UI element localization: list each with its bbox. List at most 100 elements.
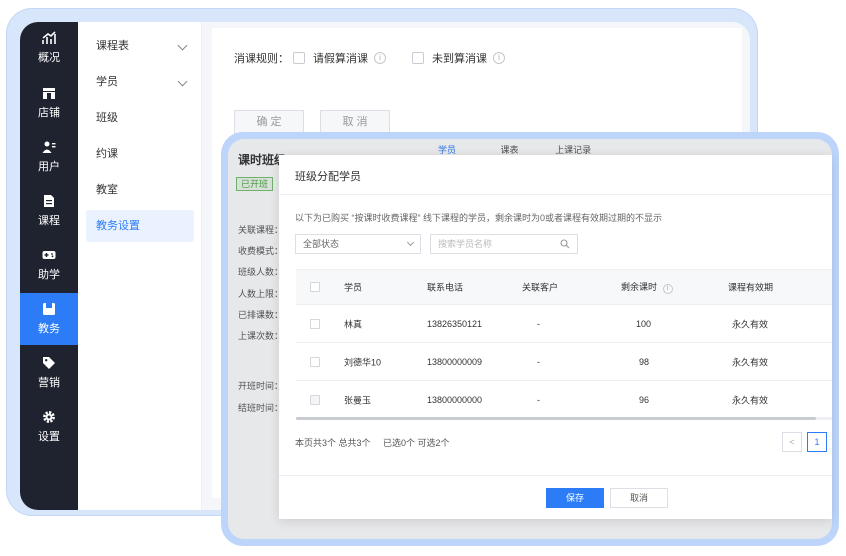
course-validity: 永久有效 bbox=[732, 357, 769, 367]
status-select[interactable]: 全部状态 bbox=[295, 234, 421, 254]
pager-info: 本页共3个 总共3个 已选0个 可选2个 bbox=[295, 436, 450, 449]
store-icon bbox=[42, 86, 56, 100]
selection-summary: 已选0个 可选2个 bbox=[383, 438, 450, 448]
row-checkbox[interactable] bbox=[310, 318, 320, 329]
subnav-label: 教室 bbox=[96, 184, 118, 196]
nav-item-settings[interactable]: 设置 bbox=[20, 401, 78, 453]
subnav-label: 课程表 bbox=[96, 40, 129, 52]
nav-label: 店铺 bbox=[38, 107, 60, 119]
nav-item-users[interactable]: 用户 bbox=[20, 131, 78, 183]
course-validity: 永久有效 bbox=[732, 319, 769, 329]
table-row[interactable]: 张曼玉 13800000000 - 96 永久有效 bbox=[296, 381, 832, 419]
subnav-item-classroom[interactable]: 教室 bbox=[86, 174, 194, 206]
rule-label: 消课规则： bbox=[234, 53, 289, 65]
nav-item-marketing[interactable]: 营销 bbox=[20, 347, 78, 399]
modal-title: 班级分配学员 bbox=[295, 171, 361, 183]
cancel-rule-row: 消课规则： 请假算消课 i 未到算消课 i bbox=[234, 50, 505, 66]
users-icon bbox=[42, 140, 56, 154]
remaining-hours: 96 bbox=[639, 394, 650, 405]
pager-summary: 本页共3个 总共3个 bbox=[295, 438, 371, 448]
overview-icon bbox=[42, 31, 56, 45]
student-search-input[interactable]: 搜索学员名称 bbox=[430, 234, 578, 254]
subnav-label: 约课 bbox=[96, 148, 118, 160]
info-icon[interactable]: i bbox=[374, 52, 386, 64]
nav-label: 营销 bbox=[38, 377, 60, 389]
info-icon[interactable]: i bbox=[662, 284, 673, 294]
subnav-item-students[interactable]: 学员 bbox=[86, 66, 194, 98]
student-name: 张曼玉 bbox=[344, 395, 372, 405]
course-icon bbox=[42, 194, 56, 208]
info-icon[interactable]: i bbox=[493, 52, 505, 64]
gear-icon bbox=[42, 410, 56, 424]
subnav-item-class[interactable]: 班级 bbox=[86, 102, 194, 134]
subnav-label: 教务设置 bbox=[96, 220, 140, 232]
nav-item-assist[interactable]: 助学 bbox=[20, 239, 78, 291]
nav-item-course[interactable]: 课程 bbox=[20, 185, 78, 237]
nav-label: 用户 bbox=[38, 161, 60, 173]
student-name: 林真 bbox=[344, 319, 363, 329]
subnav-item-schedule[interactable]: 课程表 bbox=[86, 30, 194, 62]
column-header-text: 剩余课时 bbox=[621, 282, 658, 292]
table-header: 学员 联系电话 关联客户 剩余课时 i 课程有效期 bbox=[296, 269, 832, 305]
nav-label: 课程 bbox=[38, 215, 60, 227]
column-header: 课程有效期 bbox=[728, 282, 774, 293]
nav-label: 助学 bbox=[38, 269, 60, 281]
column-header: 关联客户 bbox=[522, 282, 559, 293]
remaining-hours: 98 bbox=[639, 356, 650, 367]
leave-checkbox[interactable] bbox=[293, 52, 305, 64]
table-row[interactable]: 刘德华10 13800000009 - 98 永久有效 bbox=[296, 343, 832, 381]
chevron-down-icon bbox=[406, 238, 415, 247]
student-phone: 13800000000 bbox=[427, 394, 483, 405]
main-nav: 概况 店铺 用户 课程 助学 教务 营销 设置 bbox=[20, 22, 78, 510]
page-1-button[interactable]: 1 bbox=[807, 432, 827, 452]
row-checkbox[interactable] bbox=[310, 356, 320, 367]
modal-footer-divider bbox=[279, 475, 832, 476]
nav-item-overview[interactable]: 概况 bbox=[20, 22, 78, 74]
linked-client: - bbox=[537, 394, 540, 405]
student-phone: 13800000009 bbox=[427, 356, 483, 367]
academic-icon bbox=[42, 302, 56, 316]
chevron-down-icon bbox=[177, 76, 188, 87]
cancel-button[interactable]: 取消 bbox=[610, 488, 668, 508]
sub-nav: 课程表 学员 班级 约课 教室 教务设置 bbox=[78, 22, 202, 510]
linked-client: - bbox=[537, 356, 540, 367]
column-header: 联系电话 bbox=[427, 282, 464, 293]
student-phone: 13826350121 bbox=[427, 318, 483, 329]
subnav-label: 学员 bbox=[96, 76, 118, 88]
student-name: 刘德华10 bbox=[344, 357, 382, 367]
absent-option-label: 未到算消课 bbox=[432, 53, 487, 65]
nav-label: 教务 bbox=[38, 323, 60, 335]
row-checkbox[interactable] bbox=[310, 394, 320, 405]
course-validity: 永久有效 bbox=[732, 395, 769, 405]
nav-label: 概况 bbox=[38, 52, 60, 64]
leave-option-label: 请假算消课 bbox=[313, 53, 368, 65]
modal-header: 班级分配学员 bbox=[279, 155, 832, 195]
cancel-button[interactable]: 取 消 bbox=[320, 110, 390, 134]
remaining-hours: 100 bbox=[636, 318, 652, 329]
subnav-item-academic-settings[interactable]: 教务设置 bbox=[86, 210, 194, 242]
assign-students-modal: 班级分配学员 以下为已购买 “按课时收费课程” 线下课程的学员，剩余课时为0或者… bbox=[279, 155, 832, 519]
select-all-checkbox[interactable] bbox=[310, 282, 320, 292]
nav-label: 设置 bbox=[38, 431, 60, 443]
status-select-value: 全部状态 bbox=[303, 239, 340, 249]
gamepad-icon bbox=[42, 248, 56, 262]
scrollbar-thumb[interactable] bbox=[296, 417, 816, 420]
horizontal-scrollbar[interactable] bbox=[296, 417, 832, 420]
tag-icon bbox=[42, 356, 56, 370]
chevron-down-icon bbox=[177, 40, 188, 51]
subnav-label: 班级 bbox=[96, 112, 118, 124]
column-header: 学员 bbox=[344, 282, 363, 293]
search-placeholder: 搜索学员名称 bbox=[438, 239, 493, 249]
table-row[interactable]: 林真 13826350121 - 100 永久有效 bbox=[296, 305, 832, 343]
column-header: 剩余课时 i bbox=[621, 280, 673, 294]
search-icon bbox=[560, 239, 570, 249]
nav-item-store[interactable]: 店铺 bbox=[20, 77, 78, 129]
subnav-item-booking[interactable]: 约课 bbox=[86, 138, 194, 170]
confirm-button[interactable]: 确 定 bbox=[234, 110, 304, 134]
nav-item-academic[interactable]: 教务 bbox=[20, 293, 78, 345]
save-button[interactable]: 保存 bbox=[546, 488, 604, 508]
absent-checkbox[interactable] bbox=[412, 52, 424, 64]
linked-client: - bbox=[537, 318, 540, 329]
modal-description: 以下为已购买 “按课时收费课程” 线下课程的学员，剩余课时为0或者课程有效期过期… bbox=[295, 213, 663, 223]
prev-page-button[interactable]: < bbox=[782, 432, 802, 452]
